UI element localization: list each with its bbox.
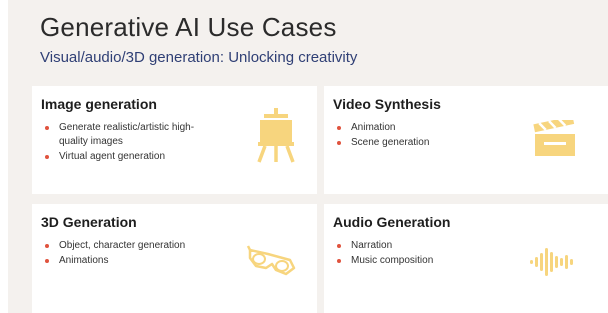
card-title: Audio Generation bbox=[333, 214, 451, 230]
bullet-list: Generate realistic/artistic high-quality… bbox=[41, 121, 211, 165]
card-audio-generation: Audio Generation Narration Music composi… bbox=[324, 204, 608, 313]
list-item: Virtual agent generation bbox=[41, 150, 211, 164]
list-item: Object, character generation bbox=[41, 239, 231, 253]
bullet-list: Animation Scene generation bbox=[333, 121, 503, 151]
list-item: Scene generation bbox=[333, 136, 503, 150]
bullet-list: Object, character generation Animations bbox=[41, 239, 231, 269]
list-item: Generate realistic/artistic high-quality… bbox=[41, 121, 211, 149]
card-title: 3D Generation bbox=[41, 214, 137, 230]
easel-icon bbox=[256, 108, 296, 164]
bullet-dot bbox=[337, 141, 341, 145]
bullet-dot bbox=[45, 155, 49, 159]
bullet-dot bbox=[337, 259, 341, 263]
card-title: Video Synthesis bbox=[333, 96, 441, 112]
bullet-dot bbox=[45, 244, 49, 248]
card-image-generation: Image generation Generate realistic/arti… bbox=[32, 86, 317, 194]
card-3d-generation: 3D Generation Object, character generati… bbox=[32, 204, 317, 313]
card-title: Image generation bbox=[41, 96, 157, 112]
clapperboard-icon bbox=[532, 120, 578, 158]
page-title: Generative AI Use Cases bbox=[40, 12, 337, 42]
bullet-list: Narration Music composition bbox=[333, 239, 503, 269]
page-subtitle: Visual/audio/3D generation: Unlocking cr… bbox=[40, 49, 358, 66]
card-video-synthesis: Video Synthesis Animation Scene generati… bbox=[324, 86, 608, 194]
bullet-dot bbox=[337, 244, 341, 248]
list-item: Narration bbox=[333, 239, 503, 253]
list-item: Music composition bbox=[333, 254, 503, 268]
3d-glasses-icon bbox=[246, 244, 298, 276]
list-item: Animations bbox=[41, 254, 231, 268]
sound-wave-icon bbox=[528, 248, 578, 276]
bullet-dot bbox=[45, 259, 49, 263]
bullet-dot bbox=[337, 126, 341, 130]
list-item: Animation bbox=[333, 121, 503, 135]
bullet-dot bbox=[45, 126, 49, 130]
